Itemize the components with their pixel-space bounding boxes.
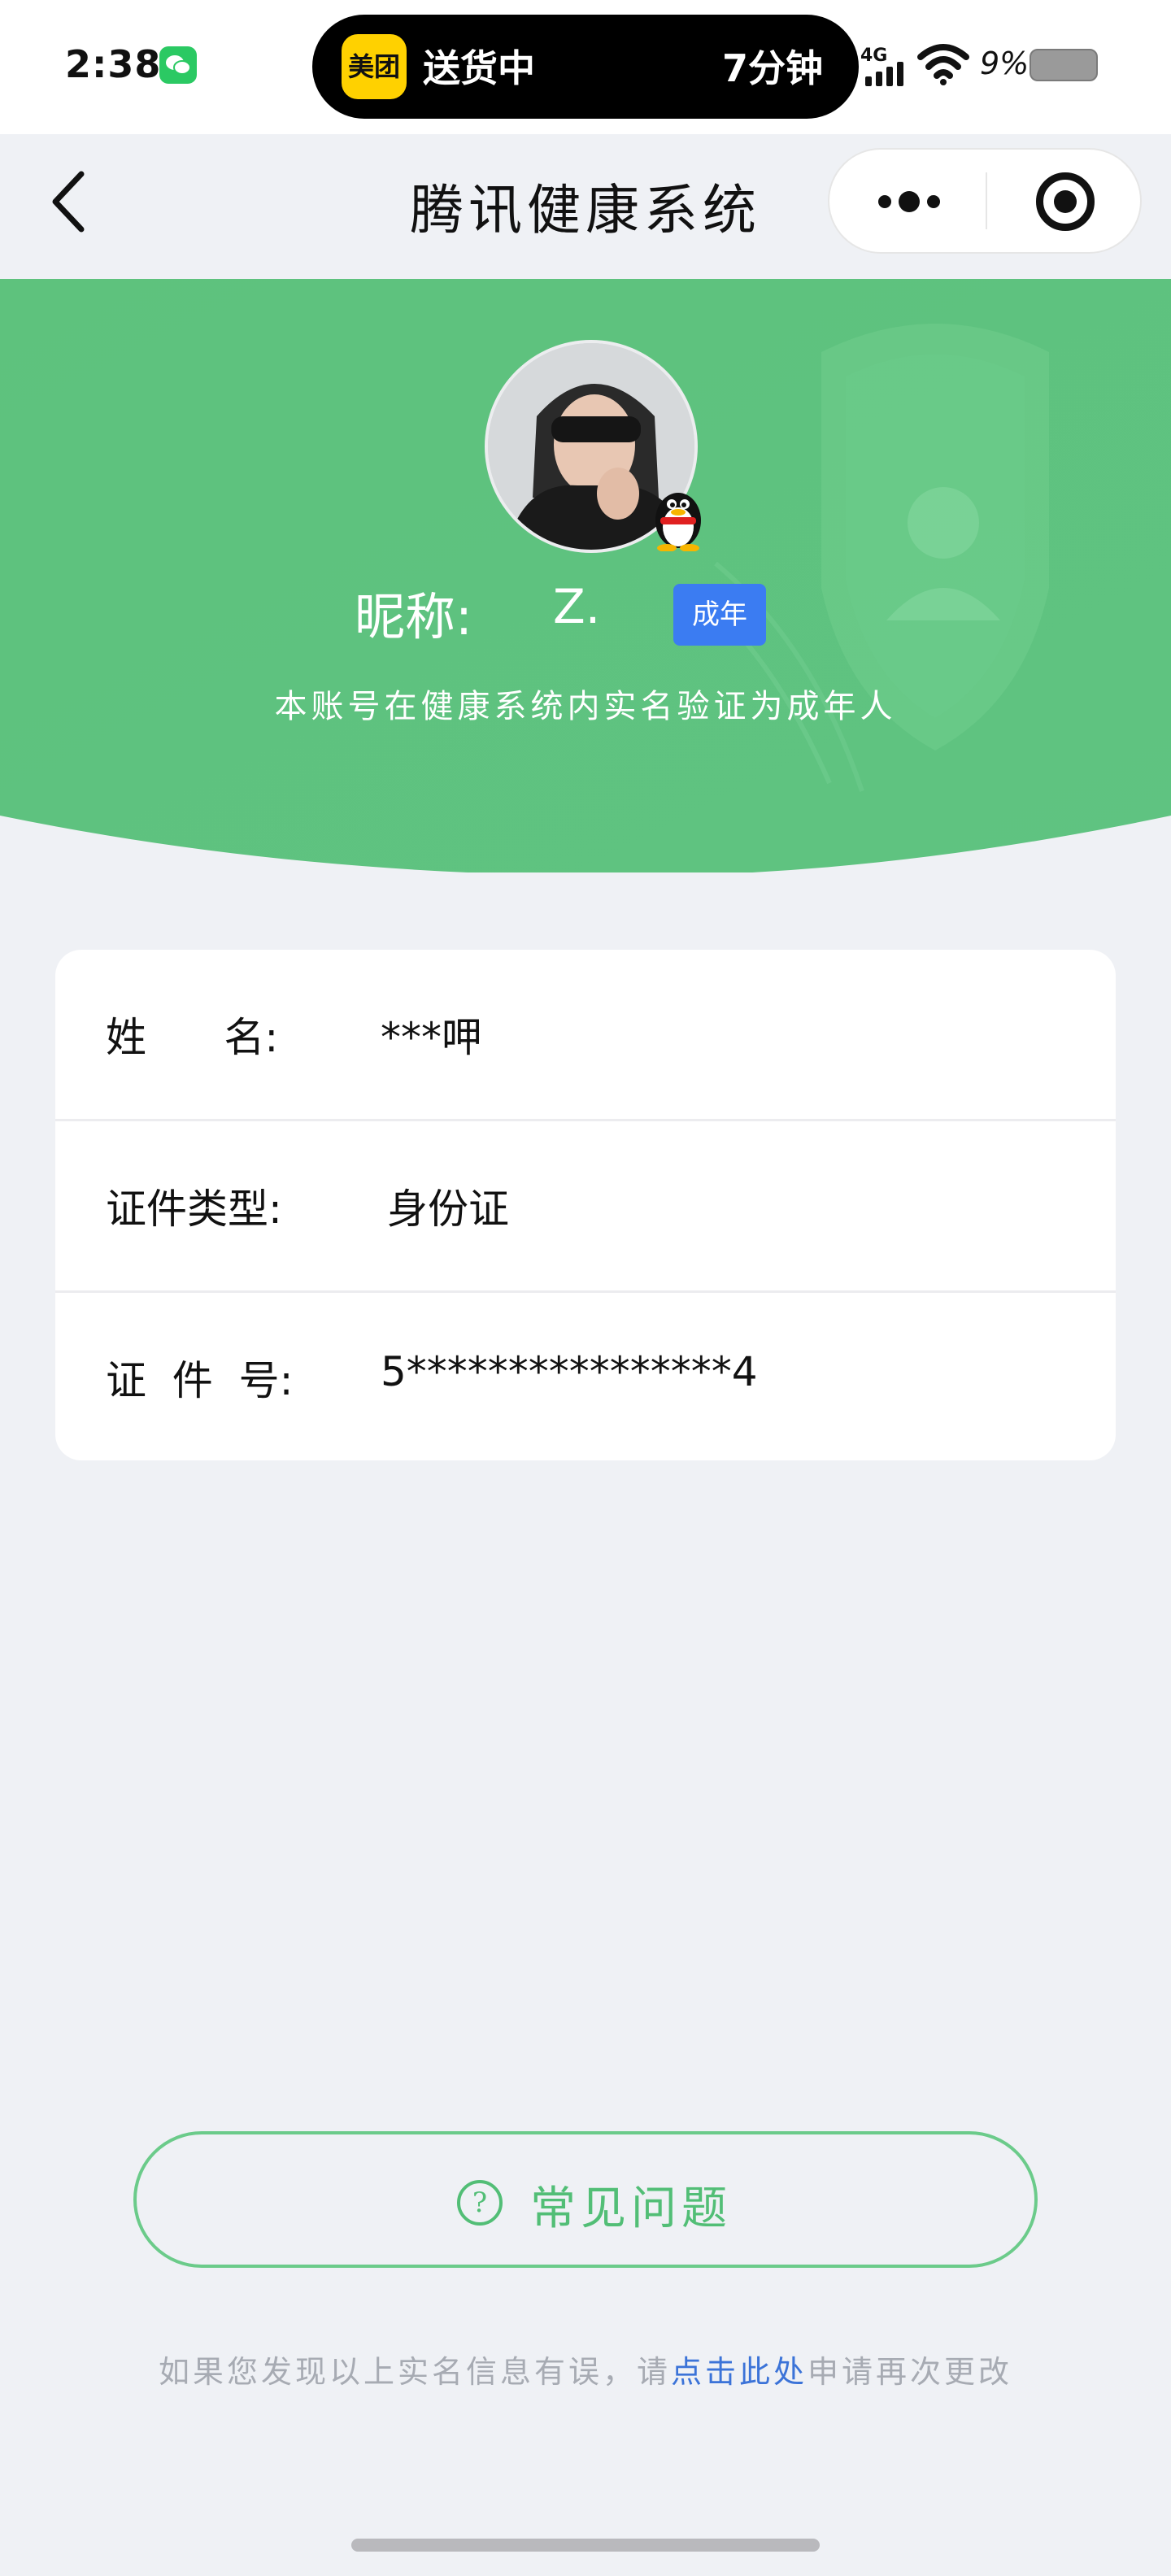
close-miniprogram-icon[interactable] <box>1036 172 1095 231</box>
wechat-icon <box>159 46 197 84</box>
real-name-info-card: 姓 名: ***呷 证件类型: 身份证 证 件 号: 5************… <box>55 950 1116 1460</box>
battery-percent: 9% <box>980 46 1030 81</box>
id-number-label: 证 件 号: <box>106 1357 294 1404</box>
question-circle-icon: ? <box>457 2180 503 2226</box>
wifi-icon <box>917 44 969 85</box>
nickname-value: Z. <box>553 579 601 634</box>
battery-icon <box>1030 49 1098 81</box>
info-row-id-number: 证 件 号: 5****************4 <box>55 1293 1116 1460</box>
name-label: 姓 名: <box>106 1014 279 1061</box>
correction-link[interactable]: 点击此处 <box>671 2354 808 2390</box>
correction-note: 如果您发现以上实名信息有误，请点击此处申请再次更改 <box>0 2347 1171 2391</box>
home-indicator[interactable] <box>351 2539 820 2552</box>
cellular-signal-icon <box>865 62 903 86</box>
more-icon[interactable] <box>877 190 942 213</box>
meituan-logo: 美团 <box>342 34 407 99</box>
id-type-label: 证件类型: <box>106 1186 282 1233</box>
delivery-eta: 7分钟 <box>721 46 823 90</box>
info-row-name: 姓 名: ***呷 <box>55 950 1116 1119</box>
faq-label: 常见问题 <box>530 2182 732 2235</box>
capsule-divider <box>986 172 987 229</box>
status-bar: 2:38 美团 送货中 7分钟 4G 9% 腾讯健康系统 <box>0 0 1171 254</box>
miniprogram-capsule <box>828 148 1142 254</box>
dynamic-island-live-activity[interactable]: 美团 送货中 7分钟 <box>312 15 859 119</box>
adult-badge: 成年 <box>673 584 766 646</box>
id-type-value: 身份证 <box>387 1186 509 1233</box>
faq-button[interactable]: ? 常见问题 <box>133 2131 1038 2268</box>
status-time: 2:38 <box>65 42 162 86</box>
delivery-status: 送货中 <box>423 46 535 90</box>
verification-note: 本账号在健康系统内实名验证为成年人 <box>274 688 897 725</box>
id-number-value: 5****************4 <box>381 1348 758 1395</box>
info-row-id-type: 证件类型: 身份证 <box>55 1121 1116 1290</box>
qq-penguin-icon <box>655 493 701 551</box>
correction-note-suffix: 申请再次更改 <box>808 2354 1013 2390</box>
name-value: ***呷 <box>381 1014 482 1061</box>
nickname-label: 昵称: <box>355 587 472 646</box>
correction-note-prefix: 如果您发现以上实名信息有误，请 <box>158 2354 671 2390</box>
